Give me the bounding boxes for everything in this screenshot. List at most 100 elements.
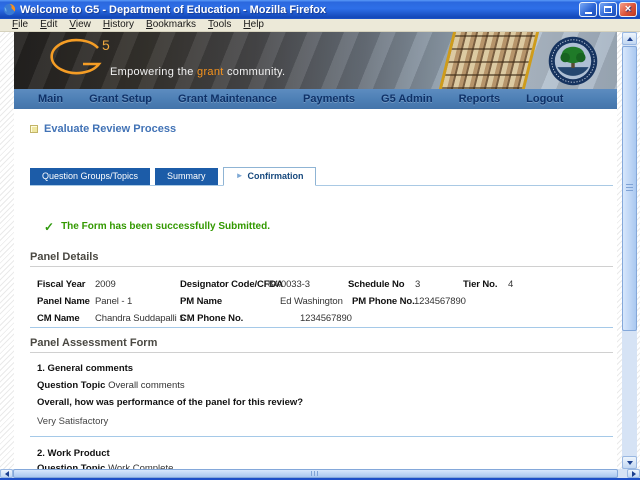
menu-item-edit[interactable]: Edit [34, 19, 63, 31]
tier-no-value: 4 [508, 279, 514, 290]
page-heading: Evaluate Review Process [30, 123, 617, 135]
vertical-scroll-thumb[interactable] [622, 46, 637, 331]
minimize-button[interactable] [579, 2, 597, 17]
menu-item-view[interactable]: View [63, 19, 97, 31]
fiscal-year-label: Fiscal Year [37, 279, 86, 290]
cm-phone-label: CM Phone No. [180, 313, 244, 324]
panel-details-table: Fiscal Year 2009 Designator Code/CFDA 84… [37, 276, 617, 327]
pm-name-label: PM Name [180, 296, 223, 307]
menu-item-file[interactable]: File [6, 19, 34, 31]
bookshelf-photo [438, 32, 540, 89]
cm-name-label: CM Name [37, 313, 80, 324]
question-topic: Question Topic Overall comments [37, 380, 617, 392]
tab-question-groups-topics[interactable]: Question Groups/Topics [30, 168, 151, 185]
scroll-down-button[interactable] [622, 456, 637, 469]
designator-value: 84.0033-3 [268, 279, 310, 290]
question-title: 1. General comments [37, 363, 134, 374]
nav-item-grant-maintenance[interactable]: Grant Maintenance [178, 93, 277, 105]
nav-item-grant-setup[interactable]: Grant Setup [89, 93, 152, 105]
success-text: The Form has been successfully Submitted… [61, 221, 271, 232]
panel-details-row: Panel Name Panel - 1 PM Name Ed Washingt… [37, 293, 617, 310]
tagline-highlight: grant [197, 66, 224, 78]
vertical-scrollbar[interactable] [622, 32, 637, 469]
panel-name-label: Panel Name [37, 296, 90, 307]
question-text: Overall, how was performance of the pane… [37, 397, 304, 408]
down-arrow-icon [626, 460, 633, 465]
menu-bar: File Edit View History Bookmarks Tools H… [0, 19, 640, 32]
horizontal-scrollbar[interactable] [0, 469, 640, 478]
nav-item-main[interactable]: Main [38, 93, 63, 105]
scroll-left-button[interactable] [0, 469, 13, 478]
fiscal-year-value: 2009 [95, 279, 116, 290]
scroll-right-button[interactable] [627, 469, 640, 478]
nav-item-reports[interactable]: Reports [459, 93, 501, 105]
g5-logo-sup: 5 [102, 37, 110, 53]
nav-item-payments[interactable]: Payments [303, 93, 355, 105]
nav-item-g5-admin[interactable]: G5 Admin [381, 93, 433, 105]
left-arrow-icon [4, 470, 9, 477]
nav-item-logout[interactable]: Logout [526, 93, 563, 105]
up-arrow-icon [626, 36, 633, 41]
panel-details-row: CM Name Chandra Suddapalli S CM Phone No… [37, 310, 617, 327]
menu-item-bookmarks[interactable]: Bookmarks [140, 19, 202, 31]
bullet-square-icon [30, 125, 38, 133]
divider [30, 436, 613, 437]
panel-details-row: Fiscal Year 2009 Designator Code/CFDA 84… [37, 276, 617, 293]
divider [30, 327, 613, 328]
thumb-grip [626, 184, 633, 193]
tab-summary[interactable]: Summary [155, 168, 218, 185]
question-title: 2. Work Product [37, 448, 110, 459]
thumb-grip [311, 471, 320, 476]
firefox-icon [3, 3, 16, 16]
designator-label: Designator Code/CFDA [180, 279, 284, 290]
pm-name-value: Ed Washington [280, 296, 343, 307]
maximize-button[interactable] [599, 2, 617, 17]
success-message: ✓ The Form has been successfully Submitt… [44, 220, 617, 233]
question-block-1: 1. General comments Question Topic Overa… [37, 363, 617, 428]
panel-details-heading: Panel Details [30, 251, 99, 263]
menu-item-tools[interactable]: Tools [202, 19, 237, 31]
divider [30, 352, 613, 353]
banner-tagline: Empowering the grant community. [110, 66, 285, 78]
menu-item-history[interactable]: History [97, 19, 140, 31]
cm-name-value: Chandra Suddapalli S [95, 313, 186, 324]
right-arrow-icon [631, 470, 636, 477]
divider [30, 266, 613, 267]
g5-banner: 5 Empowering the grant community. [14, 32, 617, 89]
tagline-prefix: Empowering the [110, 66, 198, 78]
maximize-icon [604, 6, 612, 13]
checkmark-icon: ✓ [44, 219, 55, 234]
g5-logo-icon: 5 [50, 37, 110, 75]
tagline-suffix: community. [223, 66, 286, 78]
horizontal-scroll-thumb[interactable] [13, 469, 618, 478]
title-bar: Welcome to G5 - Department of Education … [0, 0, 640, 19]
panel-name-value: Panel - 1 [95, 296, 133, 307]
schedule-no-label: Schedule No [348, 279, 405, 290]
question-block-2: 2. Work Product Question Topic Work Comp… [37, 448, 617, 469]
page-viewport: 5 Empowering the grant community. Main G… [0, 32, 640, 469]
menu-item-help[interactable]: Help [237, 19, 270, 31]
tab-confirmation-label: Confirmation [247, 171, 304, 181]
tab-confirmation[interactable]: ► Confirmation [222, 167, 317, 186]
question-answer: Very Satisfactory [37, 416, 109, 427]
browser-window: Welcome to G5 - Department of Education … [0, 0, 640, 480]
pm-phone-value: 1234567890 [414, 296, 466, 307]
minimize-icon [584, 12, 592, 14]
tier-no-label: Tier No. [463, 279, 498, 290]
question-topic-label: Question Topic [37, 380, 106, 391]
window-controls: × [579, 2, 637, 17]
pm-phone-label: PM Phone No. [352, 296, 415, 307]
schedule-no-value: 3 [415, 279, 421, 290]
cm-phone-value: 1234567890 [300, 313, 352, 324]
education-seal-icon [548, 36, 598, 86]
tab-active-arrow-icon: ► [235, 171, 244, 180]
question-topic-value: Overall comments [108, 380, 185, 391]
tab-bar: Question Groups/Topics Summary ► Confirma… [30, 167, 613, 186]
window-title: Welcome to G5 - Department of Education … [20, 3, 326, 16]
scroll-up-button[interactable] [622, 32, 637, 45]
page-content: Evaluate Review Process Question Groups/… [14, 109, 617, 469]
page-title: Evaluate Review Process [44, 123, 177, 135]
close-button[interactable]: × [619, 2, 637, 17]
assessment-heading: Panel Assessment Form [30, 337, 158, 349]
main-nav: Main Grant Setup Grant Maintenance Payme… [14, 89, 617, 109]
